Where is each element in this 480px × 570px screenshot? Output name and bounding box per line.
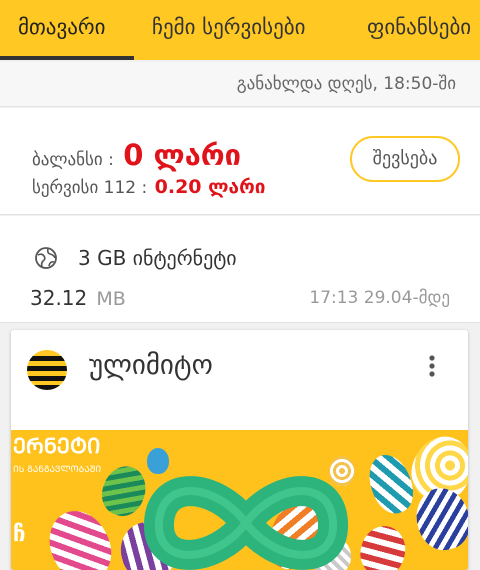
last-updated-bar: განახლდა დღეს, 18:50-ში [0, 62, 480, 107]
tariff-banner: ᲔᲠᲜᲔᲢᲘ ᲘᲡ ᲒᲐᲜᲒᲐᲕᲚᲝᲑᲐᲨᲘ ჩ [11, 430, 468, 570]
banner-corner-text: ჩ [13, 522, 26, 547]
balance-value: 0 ლარი [123, 138, 241, 172]
tab-main[interactable]: მთავარი [18, 0, 105, 60]
active-tab-indicator [0, 56, 134, 60]
tariff-name: ულიმიტო [89, 350, 213, 381]
service-value: 0.20 ლარი [154, 176, 266, 198]
brand-logo [27, 350, 67, 390]
top-up-button[interactable]: შევსება [350, 136, 460, 182]
balance-section: ბალანსი : 0 ლარი სერვისი 112 : 0.20 ლარი… [0, 108, 480, 215]
banner-title: ᲔᲠᲜᲔᲢᲘ [13, 434, 101, 458]
tab-finances[interactable]: ფინანსები [367, 0, 471, 60]
internet-expiry: 17:13 29.04-მდე [309, 288, 450, 308]
last-updated-text: განახლდა დღეს, 18:50-ში [236, 74, 456, 94]
service-row: სერვისი 112 : 0.20 ლარი [32, 176, 265, 198]
decor-egg [361, 448, 421, 520]
internet-package[interactable]: 3 GB ინტერნეტი 32.12 MB 17:13 29.04-მდე [0, 216, 480, 323]
tariff-card[interactable]: ულიმიტო ᲔᲠᲜᲔᲢᲘ ᲘᲡ ᲒᲐᲜᲒᲐᲕᲚᲝᲑᲐᲨᲘ ჩ [11, 330, 468, 570]
service-label: სერვისი 112 : [32, 178, 148, 198]
internet-amount: 32.12 [30, 286, 88, 310]
tab-bar: მთავარი ჩემი სერვისები ფინანსები [0, 0, 480, 60]
balance-row: ბალანსი : 0 ლარი [32, 138, 241, 172]
decor-egg [355, 521, 411, 570]
globe-icon [35, 247, 57, 269]
internet-title: 3 GB ინტერნეტი [78, 246, 237, 270]
internet-unit: MB [96, 288, 126, 310]
infinity-symbol [144, 476, 348, 570]
banner-subtitle: ᲘᲡ ᲒᲐᲜᲒᲐᲕᲚᲝᲑᲐᲨᲘ [13, 465, 102, 475]
internet-remaining: 32.12 MB [30, 286, 126, 310]
balance-label: ბალანსი : [32, 150, 114, 170]
tab-my-services[interactable]: ჩემი სერვისები [152, 0, 306, 60]
more-vert-icon[interactable] [424, 354, 440, 380]
